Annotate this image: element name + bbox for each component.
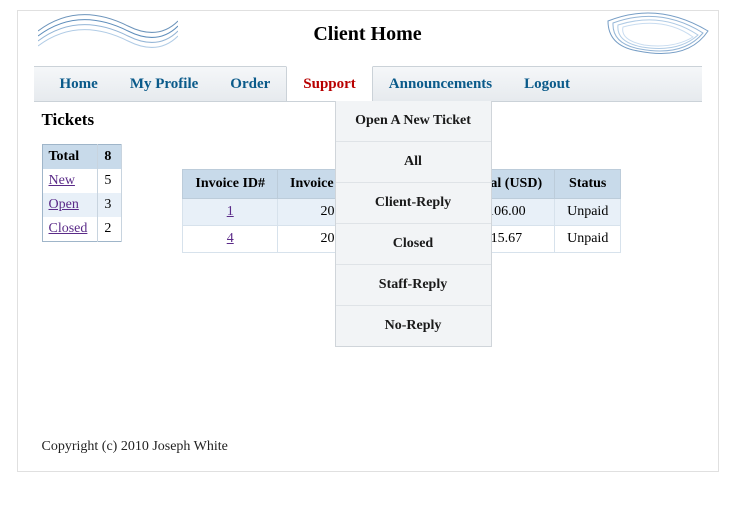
- support-dropdown: Open A New Ticket All Client-Reply Close…: [335, 101, 492, 347]
- col-invoice-id: Invoice ID#: [183, 170, 278, 199]
- invoice-status-cell: Unpaid: [555, 226, 621, 253]
- menu-all[interactable]: All: [336, 142, 491, 183]
- navbar: Home My Profile Order Support Announceme…: [34, 66, 702, 102]
- tickets-open-link[interactable]: Open: [49, 197, 79, 212]
- tickets-new-count: 5: [98, 169, 122, 193]
- menu-open-new-ticket[interactable]: Open A New Ticket: [336, 101, 491, 142]
- tickets-open-count: 3: [98, 193, 122, 217]
- tickets-new-link[interactable]: New: [49, 173, 75, 188]
- nav-profile[interactable]: My Profile: [114, 67, 214, 101]
- tickets-total-label: Total: [42, 145, 98, 170]
- nav-order[interactable]: Order: [214, 67, 286, 101]
- col-status: Status: [555, 170, 621, 199]
- nav-support[interactable]: Support: [286, 66, 373, 101]
- wave-decor-right: [598, 11, 718, 71]
- menu-closed[interactable]: Closed: [336, 224, 491, 265]
- app-frame: Client Home Home My Profile Order Suppor…: [17, 10, 719, 472]
- menu-client-reply[interactable]: Client-Reply: [336, 183, 491, 224]
- tickets-total-value: 8: [98, 145, 122, 170]
- header: Client Home: [18, 11, 718, 66]
- nav-home[interactable]: Home: [44, 67, 114, 101]
- footer-text: Copyright (c) 2010 Joseph White: [42, 439, 228, 455]
- menu-staff-reply[interactable]: Staff-Reply: [336, 265, 491, 306]
- tickets-summary-table: Total 8 New 5 Open 3 Closed 2: [42, 144, 123, 242]
- invoice-status-cell: Unpaid: [555, 199, 621, 226]
- nav-logout[interactable]: Logout: [508, 67, 586, 101]
- tickets-closed-link[interactable]: Closed: [49, 221, 88, 236]
- tickets-closed-count: 2: [98, 217, 122, 242]
- invoice-id-link[interactable]: 4: [227, 231, 234, 246]
- wave-decor-left: [38, 11, 178, 66]
- menu-no-reply[interactable]: No-Reply: [336, 306, 491, 346]
- invoice-id-link[interactable]: 1: [227, 204, 234, 219]
- nav-announcements[interactable]: Announcements: [373, 67, 508, 101]
